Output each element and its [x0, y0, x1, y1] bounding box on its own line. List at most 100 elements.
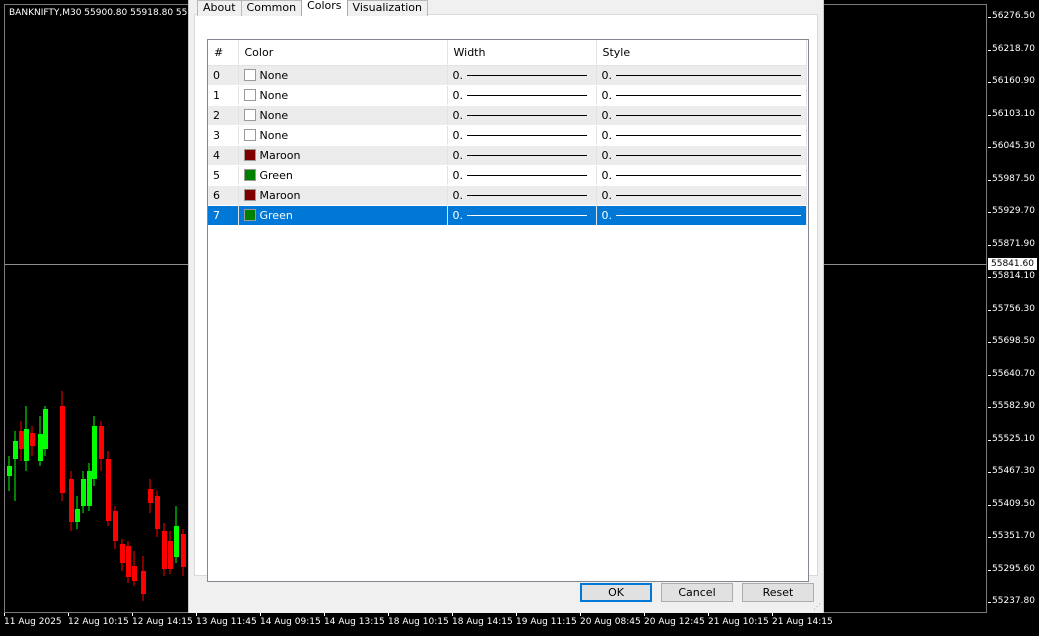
- bull-candle: [43, 409, 48, 449]
- style-cell[interactable]: 0.: [596, 125, 807, 146]
- width-cell[interactable]: 0.: [447, 125, 597, 146]
- color-row[interactable]: 0 None 0. 0.: [208, 65, 807, 86]
- column-header-color[interactable]: Color: [238, 40, 448, 66]
- style-cell[interactable]: 0.: [596, 85, 807, 106]
- color-row[interactable]: 5 Green 0. 0.: [208, 165, 807, 186]
- color-row[interactable]: 1 None 0. 0.: [208, 85, 807, 106]
- price-tick-label: 55640.70: [988, 368, 1035, 379]
- current-price-label: 55841.60: [988, 258, 1037, 270]
- bear-candle: [168, 541, 173, 569]
- style-cell[interactable]: 0.: [596, 145, 807, 166]
- column-header-index[interactable]: #: [208, 40, 239, 66]
- style-value: 0.: [601, 209, 613, 222]
- bear-candle: [30, 433, 35, 446]
- width-value: 0.: [452, 109, 464, 122]
- style-line-preview: [616, 115, 801, 116]
- bear-candle: [181, 534, 186, 567]
- bear-candle: [132, 566, 137, 581]
- color-swatch[interactable]: [243, 169, 256, 181]
- bear-candle: [141, 571, 146, 594]
- color-cell[interactable]: None: [238, 105, 448, 126]
- row-index: 1: [208, 85, 239, 106]
- color-cell[interactable]: Green: [238, 165, 448, 186]
- color-swatch[interactable]: [243, 109, 256, 121]
- price-tick-label: 55295.60: [988, 563, 1035, 574]
- color-swatch[interactable]: [243, 69, 256, 81]
- width-cell[interactable]: 0.: [447, 205, 597, 226]
- indicator-properties-dialog[interactable]: # Color Width Style 0 None 0. 0. 1 None 0. 0. 2 N…: [188, 0, 824, 613]
- color-swatch[interactable]: [243, 89, 256, 101]
- style-cell[interactable]: 0.: [596, 105, 807, 126]
- time-tick-label: 20 Aug 12:45: [644, 613, 705, 627]
- style-line-preview: [616, 135, 801, 136]
- symbol-label: BANKNIFTY,M30 55900.80 55918.80 558: [9, 8, 194, 18]
- bull-candle: [38, 434, 43, 461]
- bear-candle: [69, 479, 74, 522]
- width-line-preview: [467, 75, 587, 76]
- bull-candle: [13, 441, 18, 459]
- bull-candle: [174, 526, 179, 557]
- width-cell[interactable]: 0.: [447, 85, 597, 106]
- width-cell[interactable]: 0.: [447, 145, 597, 166]
- tab-about[interactable]: About: [197, 0, 242, 16]
- table-header-row: # Color Width Style: [208, 40, 807, 66]
- color-cell[interactable]: None: [238, 85, 448, 106]
- color-cell[interactable]: None: [238, 65, 448, 86]
- width-line-preview: [467, 195, 587, 196]
- resize-grip-icon[interactable]: ⋰: [813, 603, 821, 611]
- column-header-style[interactable]: Style: [596, 40, 807, 66]
- width-cell[interactable]: 0.: [447, 105, 597, 126]
- price-tick-label: 55351.70: [988, 531, 1035, 541]
- style-cell[interactable]: 0.: [596, 205, 807, 226]
- tab-colors[interactable]: Colors: [301, 0, 348, 15]
- colors-table: # Color Width Style 0 None 0. 0. 1 None 0. 0. 2 N…: [208, 40, 807, 226]
- reset-button[interactable]: Reset: [742, 583, 814, 602]
- price-tick-label: 55756.30: [988, 303, 1035, 314]
- color-name: None: [259, 109, 289, 122]
- bear-candle: [162, 531, 167, 569]
- price-tick-label: 55237.80: [988, 596, 1035, 606]
- price-tick-label: 56276.50: [988, 11, 1035, 21]
- color-name: Green: [259, 169, 293, 182]
- ok-button[interactable]: OK: [580, 583, 652, 602]
- price-axis[interactable]: 56276.50 56218.70 56160.90 56103.10 56045.30…: [988, 4, 1039, 613]
- color-row[interactable]: 4 Maroon 0. 0.: [208, 145, 807, 166]
- width-cell[interactable]: 0.: [447, 65, 597, 86]
- time-axis[interactable]: 11 Aug 2025 12 Aug 10:15 12 Aug 14:15 13 Au…: [0, 613, 988, 636]
- row-index: 6: [208, 185, 239, 206]
- style-cell[interactable]: 0.: [596, 165, 807, 186]
- price-tick-label: 55987.50: [988, 173, 1035, 184]
- price-tick-label: 56103.10: [988, 108, 1035, 119]
- color-swatch[interactable]: [243, 129, 256, 141]
- width-value: 0.: [452, 149, 464, 162]
- color-swatch[interactable]: [243, 189, 256, 201]
- column-header-width[interactable]: Width: [447, 40, 597, 66]
- style-cell[interactable]: 0.: [596, 65, 807, 86]
- color-cell[interactable]: None: [238, 125, 448, 146]
- color-row[interactable]: 3 None 0. 0.: [208, 125, 807, 146]
- color-row[interactable]: 7 Green 0. 0.: [208, 205, 807, 226]
- tab-visualization[interactable]: Visualization: [346, 0, 429, 16]
- color-row[interactable]: 6 Maroon 0. 0.: [208, 185, 807, 206]
- width-cell[interactable]: 0.: [447, 185, 597, 206]
- color-row[interactable]: 2 None 0. 0.: [208, 105, 807, 126]
- color-swatch[interactable]: [243, 209, 256, 221]
- style-line-preview: [616, 155, 801, 156]
- color-swatch[interactable]: [243, 149, 256, 161]
- color-cell[interactable]: Green: [238, 205, 448, 226]
- width-line-preview: [467, 95, 587, 96]
- price-tick-label: 56218.70: [988, 43, 1035, 54]
- colors-grid[interactable]: # Color Width Style 0 None 0. 0. 1 None 0. 0. 2 N…: [207, 39, 809, 582]
- row-index: 7: [208, 205, 239, 226]
- price-tick-label: 55525.10: [988, 433, 1035, 444]
- style-cell[interactable]: 0.: [596, 185, 807, 206]
- color-cell[interactable]: Maroon: [238, 145, 448, 166]
- price-tick-label: 55814.10: [988, 271, 1035, 281]
- style-value: 0.: [601, 109, 613, 122]
- time-tick-label: 21 Aug 10:15: [708, 613, 769, 627]
- row-index: 0: [208, 65, 239, 86]
- cancel-button[interactable]: Cancel: [661, 583, 733, 602]
- tab-common[interactable]: Common: [240, 0, 303, 16]
- color-cell[interactable]: Maroon: [238, 185, 448, 206]
- width-cell[interactable]: 0.: [447, 165, 597, 186]
